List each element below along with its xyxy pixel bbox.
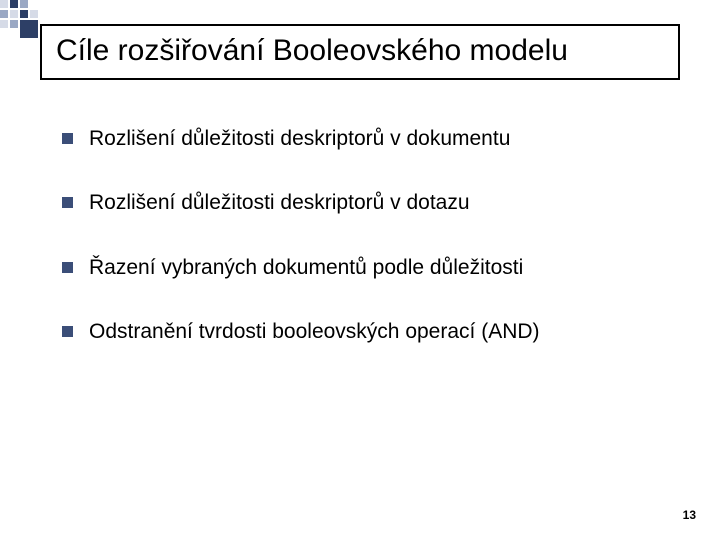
list-item: Rozlišení důležitosti deskriptorů v dota… xyxy=(62,190,662,216)
list-item: Odstranění tvrdosti booleovských operací… xyxy=(62,319,662,345)
list-item: Rozlišení důležitosti deskriptorů v doku… xyxy=(62,126,662,152)
bullet-square-icon xyxy=(62,133,73,144)
bullet-text: Rozlišení důležitosti deskriptorů v doku… xyxy=(89,126,510,152)
bullet-square-icon xyxy=(62,326,73,337)
slide-title: Cíle rozšiřování Booleovského modelu xyxy=(56,34,664,68)
bullet-text: Rozlišení důležitosti deskriptorů v dota… xyxy=(89,190,470,216)
bullet-square-icon xyxy=(62,262,73,273)
title-box: Cíle rozšiřování Booleovského modelu xyxy=(40,24,680,80)
bullet-square-icon xyxy=(62,197,73,208)
list-item: Řazení vybraných dokumentů podle důležit… xyxy=(62,255,662,281)
bullet-text: Řazení vybraných dokumentů podle důležit… xyxy=(89,255,523,281)
bullet-list: Rozlišení důležitosti deskriptorů v doku… xyxy=(62,126,662,383)
page-number: 13 xyxy=(683,508,696,522)
slide: Cíle rozšiřování Booleovského modelu Roz… xyxy=(0,0,720,540)
bullet-text: Odstranění tvrdosti booleovských operací… xyxy=(89,319,540,345)
